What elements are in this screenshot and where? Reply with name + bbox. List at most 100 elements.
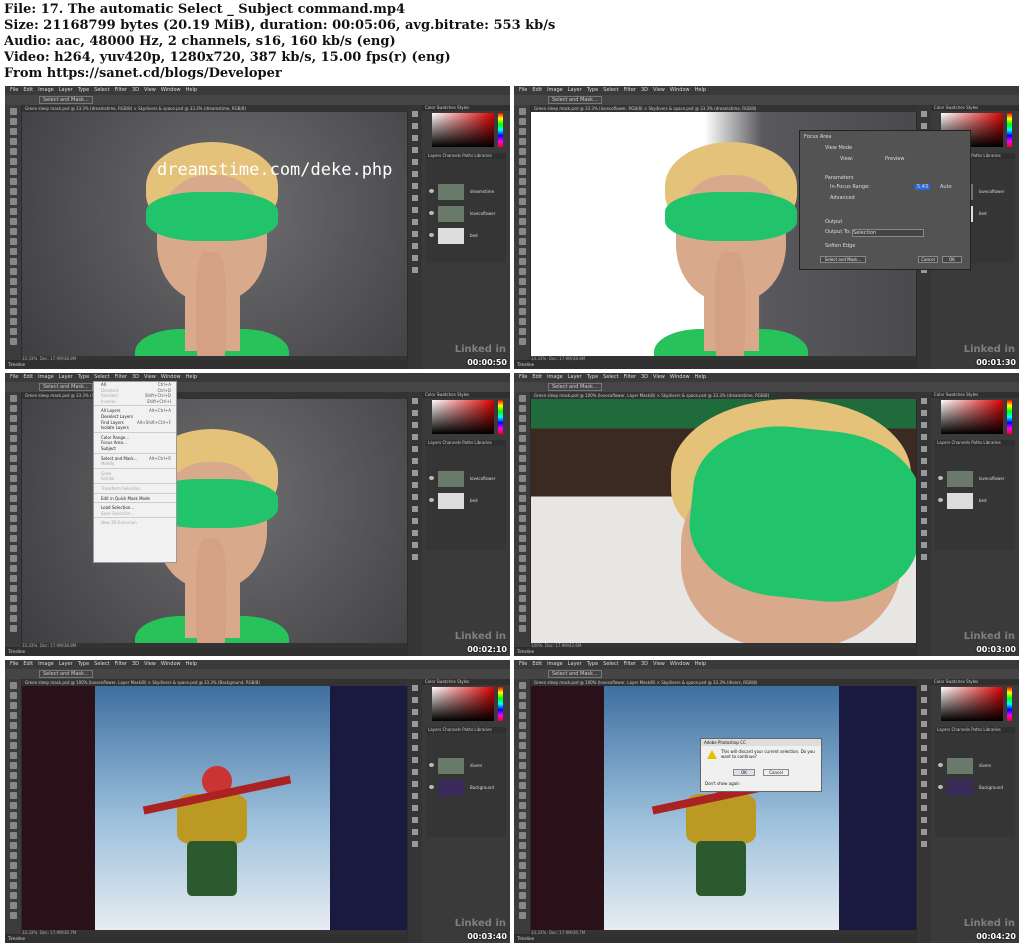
timeline-tab[interactable]: Timeline <box>5 935 410 943</box>
select-and-mask-button[interactable]: Select and Mask... <box>39 670 93 678</box>
tool-icon[interactable] <box>518 722 526 729</box>
color-picker[interactable] <box>432 687 494 721</box>
menu-item[interactable]: File <box>10 87 18 93</box>
panel-icon[interactable] <box>412 530 418 536</box>
tool-icon[interactable] <box>518 505 526 512</box>
tool-icon[interactable] <box>518 108 526 115</box>
color-panel-tabs[interactable]: Color Swatches Styles <box>931 105 1019 111</box>
tool-icon[interactable] <box>9 218 17 225</box>
tool-icon[interactable] <box>518 802 526 809</box>
hue-slider[interactable] <box>498 400 503 434</box>
tool-icon[interactable] <box>518 902 526 909</box>
menu-item[interactable]: Layer <box>59 87 73 93</box>
tool-icon[interactable] <box>9 485 17 492</box>
eye-icon[interactable] <box>429 189 434 193</box>
tool-icon[interactable] <box>9 108 17 115</box>
tool-icon[interactable] <box>518 762 526 769</box>
panel-icon[interactable] <box>921 530 927 536</box>
tool-icon[interactable] <box>518 218 526 225</box>
menu-item[interactable]: Layer <box>568 374 582 380</box>
tool-icon[interactable] <box>518 208 526 215</box>
tool-icon[interactable] <box>9 505 17 512</box>
menu-item[interactable]: Select <box>94 661 109 667</box>
menu-item[interactable]: Window <box>161 87 181 93</box>
color-panel-tabs[interactable]: Color Swatches Styles <box>422 105 510 111</box>
menu-item[interactable]: Help <box>695 87 706 93</box>
tool-icon[interactable] <box>9 268 17 275</box>
tool-icon[interactable] <box>9 475 17 482</box>
menu-item[interactable]: View <box>144 661 156 667</box>
panel-icon[interactable] <box>921 685 927 691</box>
cancel-button[interactable]: Cancel <box>763 769 789 776</box>
tool-icon[interactable] <box>518 475 526 482</box>
dont-show-checkbox[interactable]: Don't show again <box>705 781 740 786</box>
panel-icon[interactable] <box>412 135 418 141</box>
eye-icon[interactable] <box>938 476 943 480</box>
document-canvas[interactable] <box>531 686 916 930</box>
tool-icon[interactable] <box>9 545 17 552</box>
tool-icon[interactable] <box>518 198 526 205</box>
tool-icon[interactable] <box>9 395 17 402</box>
tool-icon[interactable] <box>518 605 526 612</box>
tool-icon[interactable] <box>518 525 526 532</box>
tool-icon[interactable] <box>9 882 17 889</box>
tool-icon[interactable] <box>9 912 17 919</box>
panel-icon[interactable] <box>412 147 418 153</box>
panel-icon[interactable] <box>412 757 418 763</box>
tool-icon[interactable] <box>9 128 17 135</box>
select-menu-item[interactable]: Subject <box>94 446 176 452</box>
menu-item[interactable]: Layer <box>59 374 73 380</box>
tool-icon[interactable] <box>518 328 526 335</box>
menu-item[interactable]: 3D <box>641 374 648 380</box>
tool-icon[interactable] <box>518 318 526 325</box>
tool-icon[interactable] <box>518 565 526 572</box>
panel-icon[interactable] <box>412 458 418 464</box>
tool-icon[interactable] <box>518 852 526 859</box>
layer-row[interactable]: divers <box>428 757 506 775</box>
tool-icon[interactable] <box>9 742 17 749</box>
hue-slider[interactable] <box>498 113 503 147</box>
layer-row[interactable]: Background <box>937 779 1015 797</box>
tool-icon[interactable] <box>518 148 526 155</box>
menu-item[interactable]: Select <box>603 661 618 667</box>
tool-icon[interactable] <box>9 615 17 622</box>
tool-icon[interactable] <box>518 832 526 839</box>
tool-icon[interactable] <box>518 445 526 452</box>
document-tabs[interactable]: Green sleep mask.psd @ 100% (lovecoflowe… <box>531 392 919 399</box>
tool-icon[interactable] <box>518 682 526 689</box>
tool-icon[interactable] <box>518 485 526 492</box>
tool-icon[interactable] <box>9 208 17 215</box>
tool-icon[interactable] <box>9 435 17 442</box>
tool-icon[interactable] <box>518 425 526 432</box>
tool-icon[interactable] <box>9 752 17 759</box>
menu-item[interactable]: Layer <box>568 87 582 93</box>
menu-item[interactable]: Window <box>670 87 690 93</box>
timeline-tab[interactable]: Timeline <box>5 648 410 656</box>
tool-icon[interactable] <box>518 248 526 255</box>
tool-icon[interactable] <box>9 762 17 769</box>
panel-icon[interactable] <box>412 183 418 189</box>
document-tabs[interactable]: Green sleep mask.psd @ 33.3% (lovecoflow… <box>22 392 410 399</box>
menu-item[interactable]: View <box>144 374 156 380</box>
tool-icon[interactable] <box>9 832 17 839</box>
panel-icon[interactable] <box>921 769 927 775</box>
menu-item[interactable]: Filter <box>115 661 127 667</box>
tool-icon[interactable] <box>518 712 526 719</box>
tool-icon[interactable] <box>9 168 17 175</box>
eye-icon[interactable] <box>429 233 434 237</box>
eye-icon[interactable] <box>938 785 943 789</box>
panel-icon[interactable] <box>921 733 927 739</box>
panel-icon[interactable] <box>412 769 418 775</box>
tool-icon[interactable] <box>9 822 17 829</box>
select-menu-item[interactable]: Transform Selection <box>94 486 176 492</box>
timeline-tab[interactable]: Timeline <box>514 935 919 943</box>
panel-icon[interactable] <box>921 458 927 464</box>
tool-icon[interactable] <box>9 712 17 719</box>
select-menu-item[interactable]: Similar <box>94 476 176 482</box>
tool-icon[interactable] <box>9 138 17 145</box>
tool-icon[interactable] <box>518 158 526 165</box>
layer-row[interactable]: bed <box>937 492 1015 510</box>
menu-item[interactable]: Image <box>547 87 563 93</box>
tool-icon[interactable] <box>518 168 526 175</box>
menu-item[interactable]: Edit <box>23 374 33 380</box>
